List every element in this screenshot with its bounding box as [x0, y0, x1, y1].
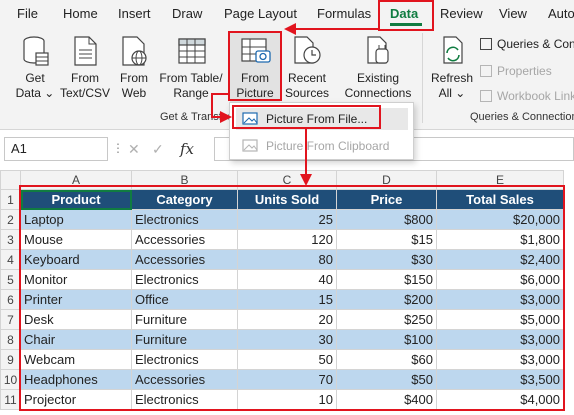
excel-window: File Home Insert Draw Page Layout Formul… [0, 0, 574, 415]
arrow-to-picture-from-file [211, 93, 232, 123]
annotation-arrows [211, 23, 380, 186]
